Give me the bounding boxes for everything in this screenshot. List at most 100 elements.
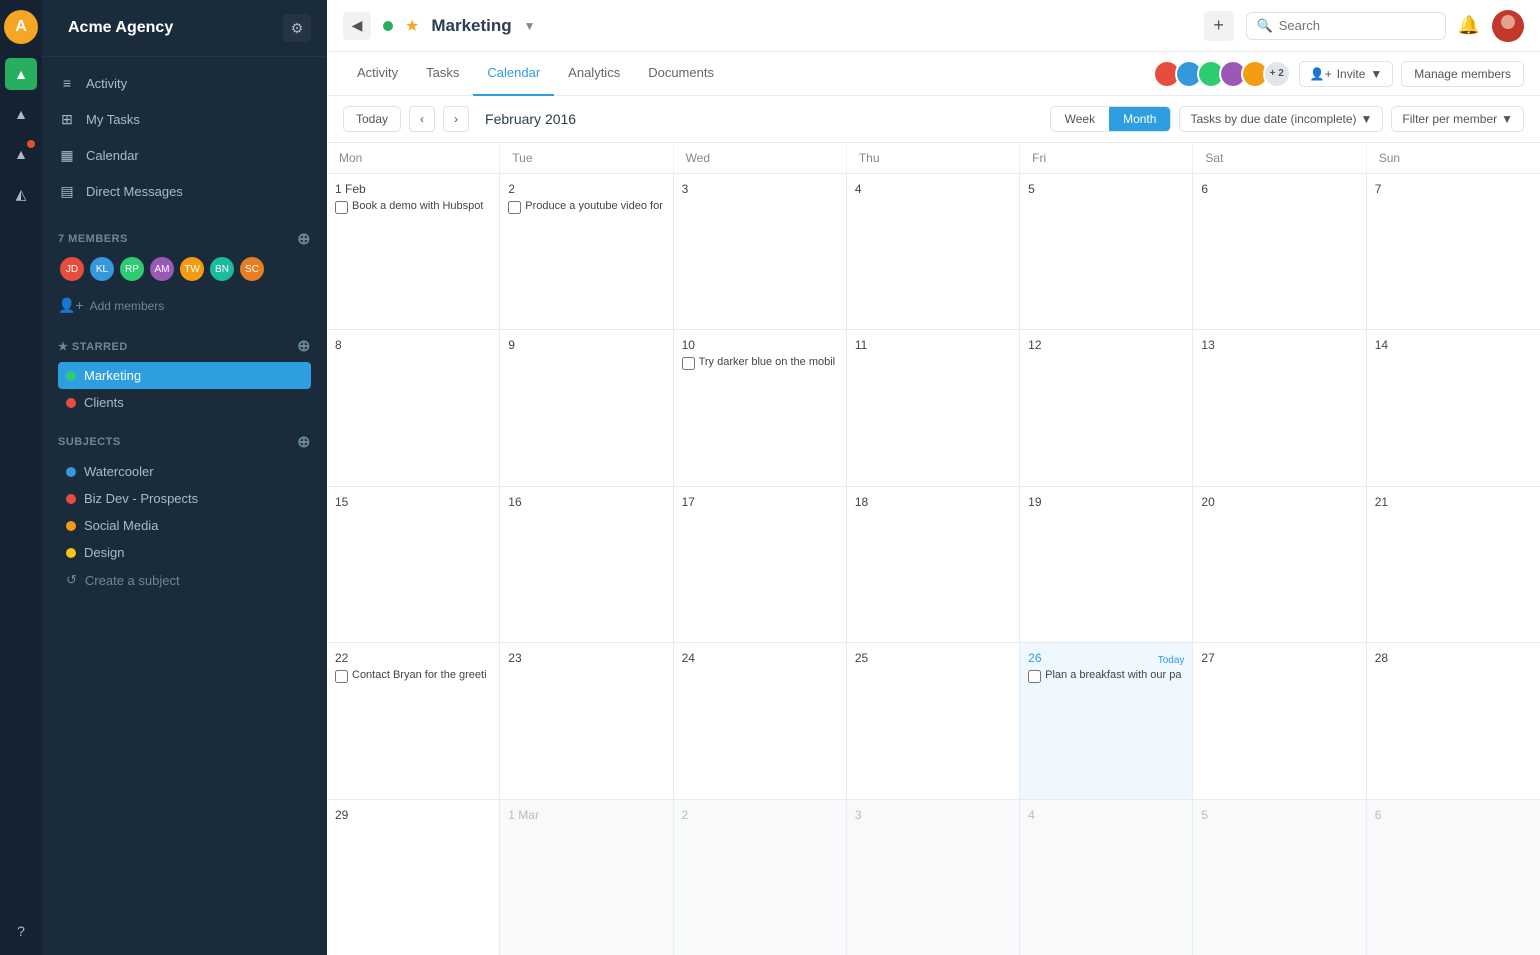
tab-members-plus: + 2 xyxy=(1263,60,1291,88)
calendar-cell[interactable]: 5 xyxy=(1020,174,1193,329)
back-button[interactable]: ◀ xyxy=(343,12,371,40)
calendar-cell[interactable]: 21 xyxy=(1367,487,1540,642)
search-box[interactable]: 🔍 xyxy=(1246,12,1446,40)
calendar-cell[interactable]: 22Contact Bryan for the greeti xyxy=(327,643,500,798)
tab-tasks[interactable]: Tasks xyxy=(412,52,473,96)
user-avatar[interactable] xyxy=(1492,10,1524,42)
calendar-cell[interactable]: 5 xyxy=(1193,800,1366,955)
help-button[interactable]: ? xyxy=(5,915,37,947)
calendar-cell[interactable]: 7 xyxy=(1367,174,1540,329)
subject-item-watercooler[interactable]: Watercooler xyxy=(58,458,311,485)
logo-icon: A xyxy=(4,10,38,44)
calendar-cell[interactable]: 2 xyxy=(674,800,847,955)
calendar-task[interactable]: Produce a youtube video for xyxy=(508,200,664,214)
calendar-cell[interactable]: 1 Mar xyxy=(500,800,673,955)
add-members-button[interactable]: 👤+ Add members xyxy=(58,291,311,320)
calendar-cell[interactable]: 19 xyxy=(1020,487,1193,642)
tab-activity[interactable]: Activity xyxy=(343,52,412,96)
calendar-cell[interactable]: 6 xyxy=(1193,174,1366,329)
tab-analytics[interactable]: Analytics xyxy=(554,52,634,96)
add-subject-icon[interactable]: ⊕ xyxy=(297,432,311,452)
nav-icon-person[interactable]: ▲ xyxy=(5,138,37,170)
day-number: 6 xyxy=(1375,808,1382,822)
calendar-cell[interactable]: 17 xyxy=(674,487,847,642)
add-member-icon[interactable]: ⊕ xyxy=(297,229,311,249)
calendar-task[interactable]: Contact Bryan for the greeti xyxy=(335,669,491,683)
prev-month-button[interactable]: ‹ xyxy=(409,106,435,132)
calendar-grid: Mon Tue Wed Thu Fri Sat Sun 1 FebBook a … xyxy=(327,143,1540,955)
sidebar-item-activity[interactable]: ≡ Activity xyxy=(42,65,327,101)
filter-member-button[interactable]: Filter per member ▼ xyxy=(1391,106,1524,132)
task-checkbox[interactable] xyxy=(1028,670,1041,683)
invite-button[interactable]: 👤+ Invite ▼ xyxy=(1299,61,1394,87)
subject-item-design[interactable]: Design xyxy=(58,539,311,566)
calendar-cell[interactable]: 15 xyxy=(327,487,500,642)
calendar-task[interactable]: Plan a breakfast with our pa xyxy=(1028,669,1184,683)
calendar-cell[interactable]: 23 xyxy=(500,643,673,798)
sidebar-item-calendar[interactable]: ▦ Calendar xyxy=(42,137,327,173)
add-button[interactable]: + xyxy=(1204,11,1234,41)
member-avatar: SC xyxy=(238,255,266,283)
task-checkbox[interactable] xyxy=(682,357,695,370)
calendar-cell[interactable]: 9 xyxy=(500,330,673,485)
calendar-cell[interactable]: 1 Feb Book a demo with Hubspot xyxy=(327,174,500,329)
calendar-cell[interactable]: 11 xyxy=(847,330,1020,485)
calendar-cell[interactable]: 13 xyxy=(1193,330,1366,485)
notification-bell-icon[interactable]: 🔔 xyxy=(1458,15,1480,36)
next-month-button[interactable]: › xyxy=(443,106,469,132)
search-input[interactable] xyxy=(1279,18,1435,33)
calendar-task[interactable]: Book a demo with Hubspot xyxy=(335,200,491,214)
today-button[interactable]: Today xyxy=(343,106,401,132)
month-view-button[interactable]: Month xyxy=(1109,107,1170,131)
calendar-cell[interactable]: 28 xyxy=(1367,643,1540,798)
calendar-cell[interactable]: 4 xyxy=(847,174,1020,329)
create-subject-button[interactable]: ↺ Create a subject xyxy=(58,566,311,594)
starred-item-clients[interactable]: Clients xyxy=(58,389,311,416)
starred-item-marketing[interactable]: Marketing xyxy=(58,362,311,389)
calendar-cell[interactable]: 8 xyxy=(327,330,500,485)
tab-documents[interactable]: Documents xyxy=(634,52,728,96)
week-view-button[interactable]: Week xyxy=(1051,107,1109,131)
calendar-cell[interactable]: 26TodayPlan a breakfast with our pa xyxy=(1020,643,1193,798)
sidebar-item-direct-messages[interactable]: ▤ Direct Messages xyxy=(42,173,327,209)
calendar-cell[interactable]: 3 xyxy=(674,174,847,329)
day-number: 15 xyxy=(335,495,348,509)
sidebar-item-my-tasks[interactable]: ⊞ My Tasks xyxy=(42,101,327,137)
task-checkbox[interactable] xyxy=(508,201,521,214)
task-checkbox[interactable] xyxy=(335,670,348,683)
nav-icon-grid[interactable]: ▲ xyxy=(5,98,37,130)
design-dot xyxy=(66,548,76,558)
calendar-cell[interactable]: 12 xyxy=(1020,330,1193,485)
nav-icon-triangle[interactable]: ◭ xyxy=(5,178,37,210)
filter-tasks-button[interactable]: Tasks by due date (incomplete) ▼ xyxy=(1179,106,1383,132)
project-chevron-icon[interactable]: ▼ xyxy=(524,19,536,33)
today-label: Today xyxy=(1158,655,1185,666)
calendar-cell[interactable]: 20 xyxy=(1193,487,1366,642)
calendar-cell[interactable]: 3 xyxy=(847,800,1020,955)
calendar-cell[interactable]: 27 xyxy=(1193,643,1366,798)
manage-members-button[interactable]: Manage members xyxy=(1401,61,1524,87)
day-number: 7 xyxy=(1375,182,1382,196)
calendar-task[interactable]: Try darker blue on the mobil xyxy=(682,356,838,370)
calendar-cell[interactable]: 24 xyxy=(674,643,847,798)
subject-item-biz-dev[interactable]: Biz Dev - Prospects xyxy=(58,485,311,512)
calendar-cell[interactable]: 25 xyxy=(847,643,1020,798)
calendar-cell[interactable]: 6 xyxy=(1367,800,1540,955)
subject-item-social-media[interactable]: Social Media xyxy=(58,512,311,539)
calendar-cell[interactable]: 2Produce a youtube video for xyxy=(500,174,673,329)
task-checkbox[interactable] xyxy=(335,201,348,214)
calendar-week: 22Contact Bryan for the greeti23242526To… xyxy=(327,643,1540,799)
calendar-cell[interactable]: 18 xyxy=(847,487,1020,642)
add-starred-icon[interactable]: ⊕ xyxy=(297,336,311,356)
day-number: 1 Feb xyxy=(335,182,366,196)
calendar-cell[interactable]: 4 xyxy=(1020,800,1193,955)
settings-button[interactable]: ⚙ xyxy=(283,14,311,42)
subjects-section: SUBJECTS ⊕ Watercooler Biz Dev - Prospec… xyxy=(42,420,327,598)
nav-icon-home[interactable]: ▲ xyxy=(5,58,37,90)
calendar-cell[interactable]: 10Try darker blue on the mobil xyxy=(674,330,847,485)
calendar-cell[interactable]: 16 xyxy=(500,487,673,642)
tab-calendar[interactable]: Calendar xyxy=(473,52,554,96)
project-star-icon[interactable]: ★ xyxy=(405,16,419,36)
calendar-cell[interactable]: 29 xyxy=(327,800,500,955)
calendar-cell[interactable]: 14 xyxy=(1367,330,1540,485)
